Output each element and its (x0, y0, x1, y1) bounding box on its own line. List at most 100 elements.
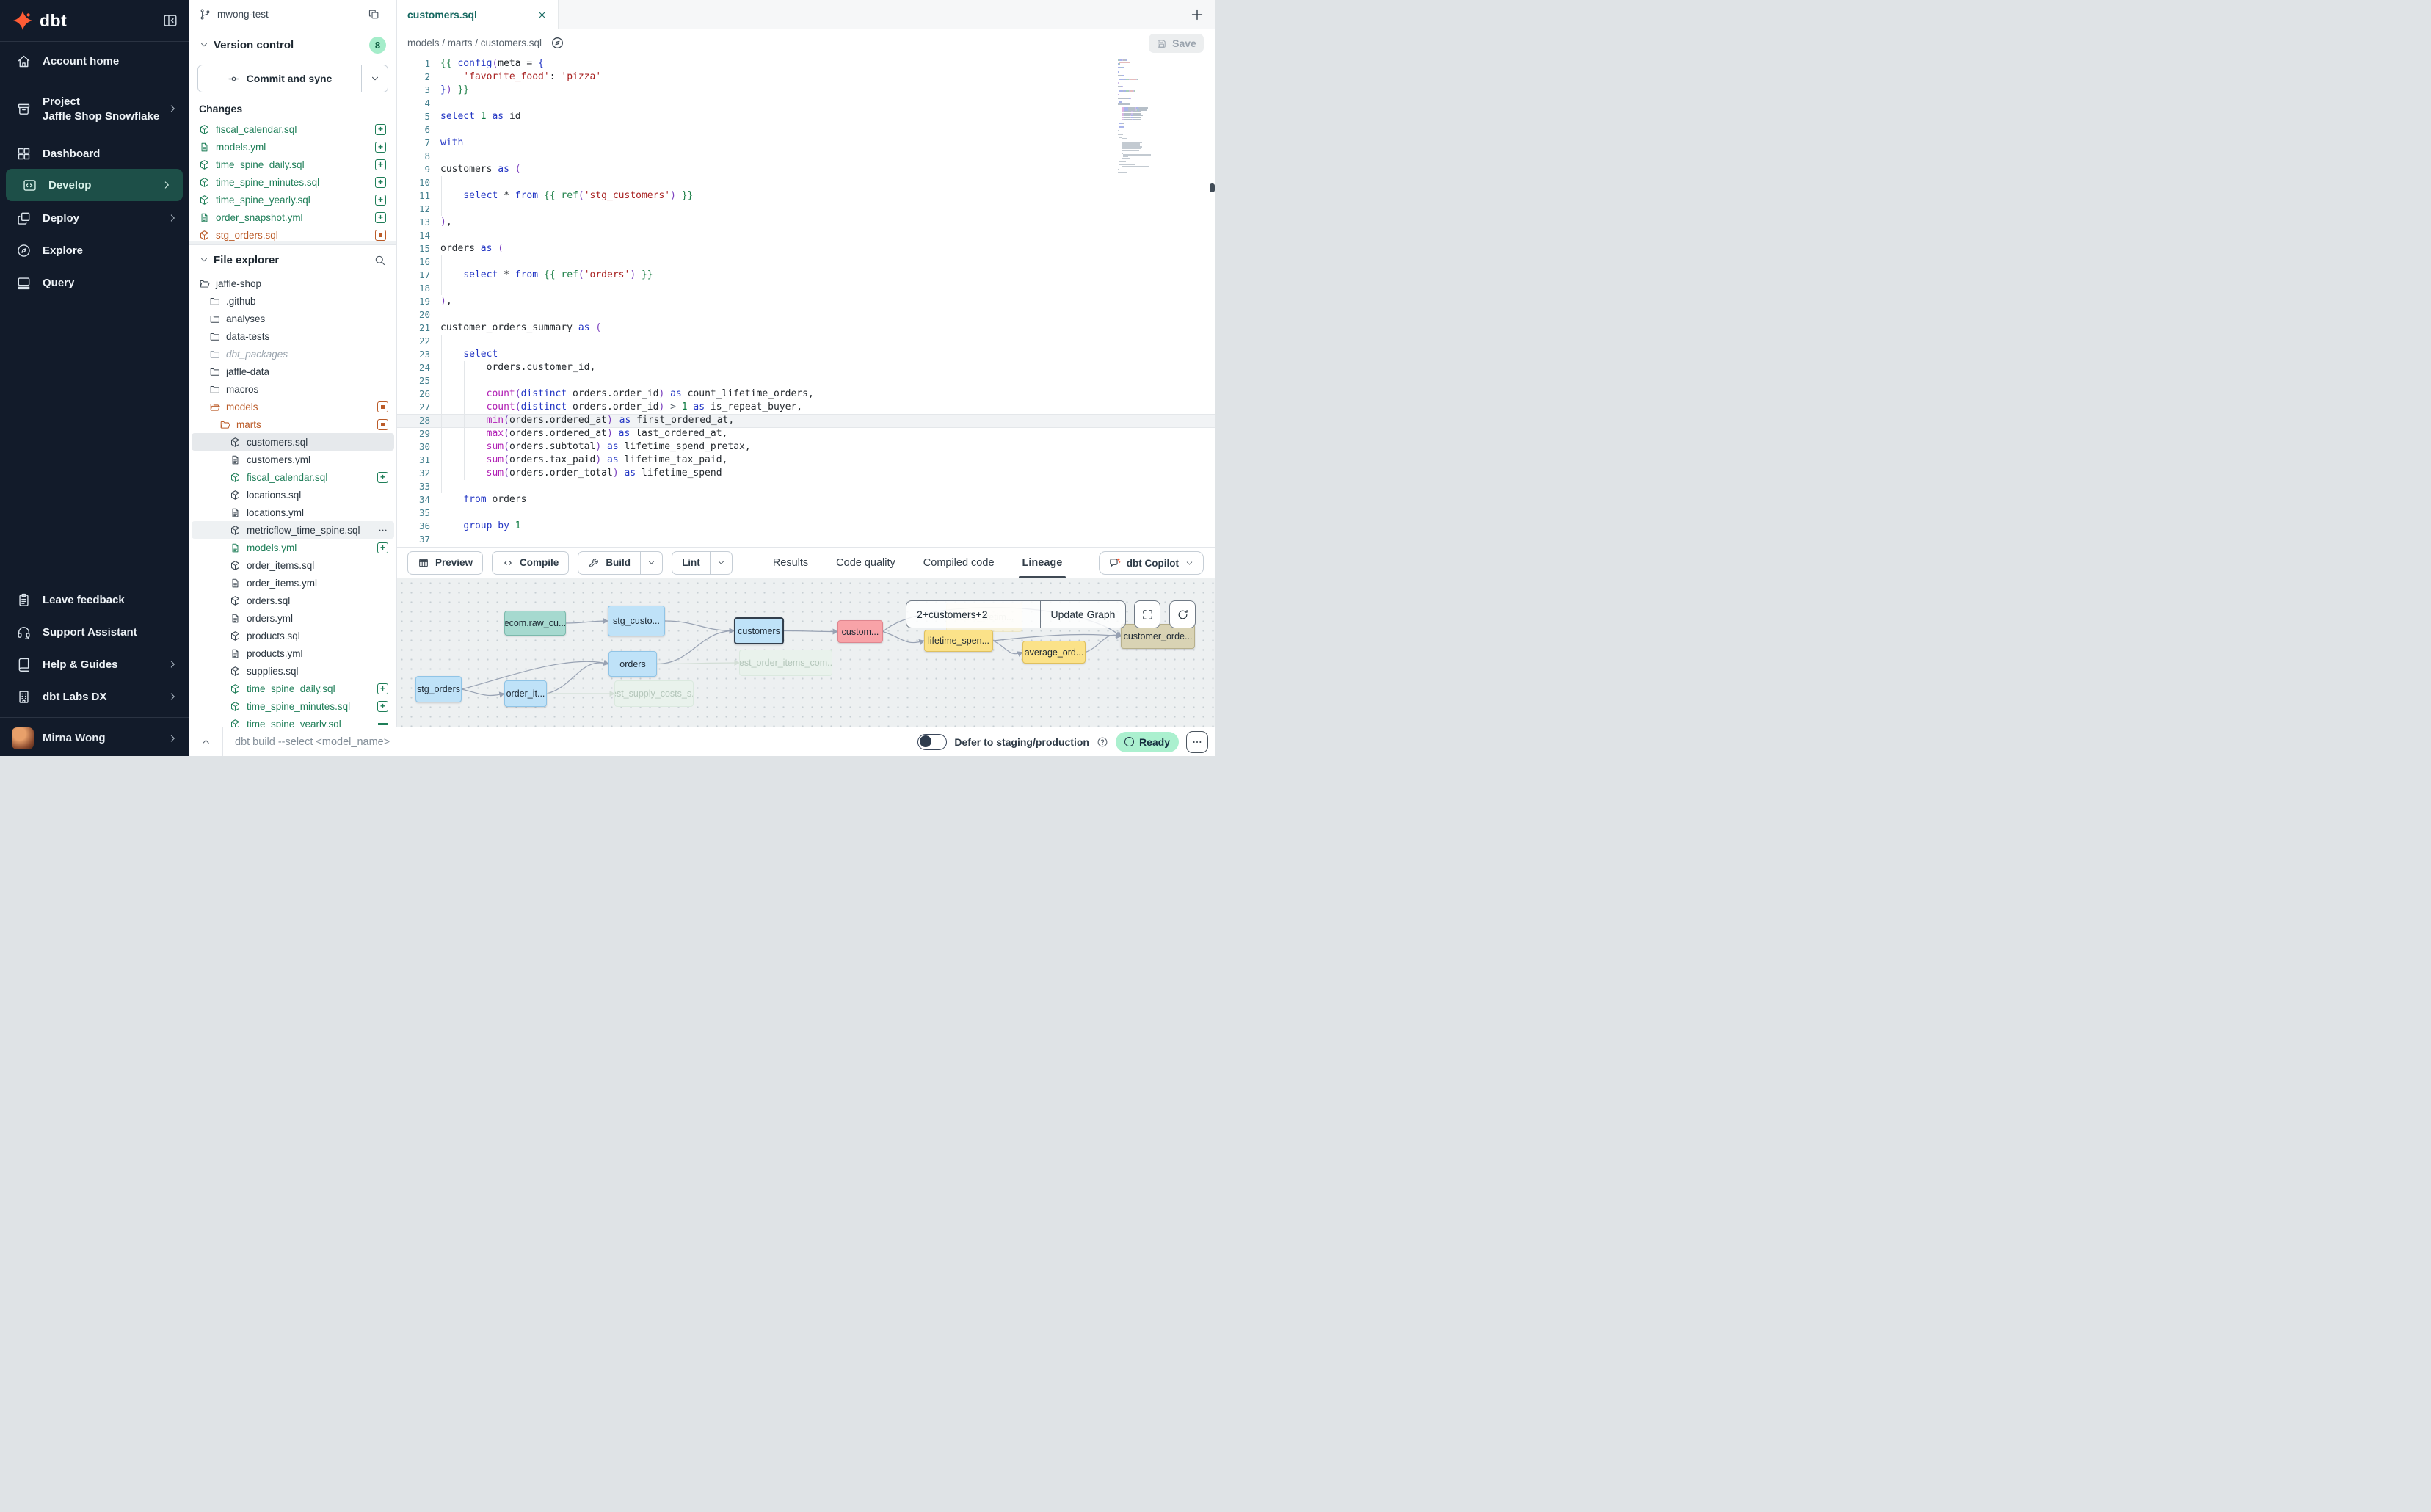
lint-dropdown[interactable] (710, 552, 732, 574)
fullscreen-button[interactable] (1134, 600, 1160, 628)
sidebar-item-leave-feedback[interactable]: Leave feedback (0, 584, 189, 616)
tree-item-models[interactable]: models (192, 398, 394, 415)
panel-tab-compiled-code[interactable]: Compiled code (909, 548, 1009, 578)
panel-tab-lineage[interactable]: Lineage (1009, 548, 1077, 578)
preview-button[interactable]: Preview (407, 551, 483, 575)
sidebar-collapse-icon[interactable] (162, 12, 178, 29)
changes-label: Changes (199, 103, 242, 115)
dbt-logo-icon (12, 10, 34, 32)
tree-item-customers.yml[interactable]: customers.yml (192, 451, 394, 468)
lineage-node-ecom[interactable]: ecom.raw_cu... (504, 611, 566, 636)
tree-item-locations.sql[interactable]: locations.sql (192, 486, 394, 504)
tree-item-fiscal_calendar.sql[interactable]: fiscal_calendar.sql+ (192, 468, 394, 486)
lineage-node-lifetime[interactable]: lifetime_spen... (924, 630, 993, 652)
tree-item-time_spine_daily.sql[interactable]: time_spine_daily.sql+ (192, 680, 394, 697)
tree-item-supplies.sql[interactable]: supplies.sql (192, 662, 394, 680)
breadcrumb-row: models / marts / customers.sql Save (397, 29, 1216, 57)
tree-item-customers.sql[interactable]: customers.sql (192, 433, 394, 451)
tree-item-locations.yml[interactable]: locations.yml (192, 504, 394, 521)
tree-item-jaffle-data[interactable]: jaffle-data (192, 363, 394, 380)
chevron-right-icon (167, 691, 178, 702)
new-tab-icon[interactable] (1189, 7, 1205, 23)
code-line-13: 13), (397, 216, 1216, 229)
panel-tab-results[interactable]: Results (759, 548, 822, 578)
lineage-graph[interactable]: ecom.raw_cu... stg_custo... customers custo… (397, 578, 1216, 727)
change-item-time_spine_daily.sql[interactable]: time_spine_daily.sql+ (189, 156, 396, 173)
sidebar-item-account-home[interactable]: Account home (0, 43, 189, 79)
tree-item-time_spine_yearly.sql[interactable]: time_spine_yearly.sql (192, 715, 394, 727)
lineage-node-average[interactable]: average_ord... (1022, 641, 1086, 664)
explore-icon[interactable] (550, 36, 564, 50)
copy-branch-icon[interactable] (368, 8, 380, 21)
sidebar-item-project[interactable]: ProjectJaffle Shop Snowflake (0, 82, 189, 135)
tree-item-products.sql[interactable]: products.sql (192, 627, 394, 644)
compile-button[interactable]: Compile (492, 551, 569, 575)
tree-item-metricflow_time_spine.sql[interactable]: metricflow_time_spine.sql (192, 521, 394, 539)
help-icon[interactable] (1097, 736, 1108, 748)
code-editor[interactable]: 1{{ config(meta = {2 'favorite_food': 'p… (397, 57, 1216, 547)
tree-item-products.yml[interactable]: products.yml (192, 644, 394, 662)
build-dropdown[interactable] (640, 552, 662, 574)
tree-item-macros[interactable]: macros (192, 380, 394, 398)
sidebar-item-deploy[interactable]: Deploy (0, 202, 189, 234)
tree-item-dbt_packages[interactable]: dbt_packages (192, 345, 394, 363)
change-item-models.yml[interactable]: models.yml+ (189, 138, 396, 156)
collapse-command-bar-button[interactable] (189, 736, 222, 747)
change-item-fiscal_calendar.sql[interactable]: fiscal_calendar.sql+ (189, 120, 396, 138)
panel-tab-code-quality[interactable]: Code quality (822, 548, 909, 578)
lineage-node-order_it[interactable]: order_it... (504, 680, 547, 707)
lineage-node-stg_orders[interactable]: stg_orders (415, 676, 462, 702)
close-icon[interactable] (537, 10, 548, 21)
save-button[interactable]: Save (1149, 34, 1204, 53)
leave-feedback-icon (16, 592, 32, 608)
user-menu[interactable]: Mirna Wong (0, 720, 189, 756)
tree-item-data-tests[interactable]: data-tests (192, 327, 394, 345)
lint-button[interactable]: Lint (672, 551, 733, 575)
change-item-order_snapshot.yml[interactable]: order_snapshot.yml+ (189, 208, 396, 226)
sidebar-item-query[interactable]: Query (0, 266, 189, 299)
change-item-stg_orders.sql[interactable]: stg_orders.sql (189, 226, 396, 241)
lineage-selector-input[interactable]: 2+customers+2 (906, 608, 1040, 620)
commit-dropdown-button[interactable] (361, 65, 388, 92)
update-graph-button[interactable]: Update Graph (1040, 601, 1125, 628)
tree-item-marts[interactable]: marts (192, 415, 394, 433)
changes-count-badge: 8 (369, 37, 386, 54)
lineage-node-orders[interactable]: orders (608, 651, 657, 677)
tree-item-analyses[interactable]: analyses (192, 310, 394, 327)
build-button[interactable]: Build (578, 551, 663, 575)
defer-toggle[interactable] (917, 734, 947, 750)
lineage-node-stg_custo[interactable]: stg_custo... (608, 606, 665, 636)
change-item-time_spine_minutes.sql[interactable]: time_spine_minutes.sql+ (189, 173, 396, 191)
sidebar-item-help-guides[interactable]: Help & Guides (0, 648, 189, 680)
tree-item-time_spine_minutes.sql[interactable]: time_spine_minutes.sql+ (192, 697, 394, 715)
tree-item-models.yml[interactable]: models.yml+ (192, 539, 394, 556)
commit-and-sync-button[interactable]: Commit and sync (197, 65, 388, 92)
sidebar-item-dashboard[interactable]: Dashboard (0, 137, 189, 170)
file-explorer-header[interactable]: File explorer (189, 251, 396, 269)
tree-item-jaffle-shop[interactable]: jaffle-shop (192, 275, 394, 292)
more-options-button[interactable] (1186, 731, 1208, 753)
tree-item-order_items.yml[interactable]: order_items.yml (192, 574, 394, 592)
change-item-time_spine_yearly.sql[interactable]: time_spine_yearly.sql+ (189, 191, 396, 208)
tab-customers-sql[interactable]: customers.sql (397, 0, 559, 29)
copilot-label: dbt Copilot (1127, 558, 1179, 569)
search-icon[interactable] (374, 254, 386, 266)
removed-badge (377, 719, 388, 727)
sidebar-item-develop[interactable]: Develop (6, 169, 183, 201)
tree-item-orders.yml[interactable]: orders.yml (192, 609, 394, 627)
tree-item-.github[interactable]: .github (192, 292, 394, 310)
lineage-node-custom[interactable]: custom... (837, 620, 883, 643)
command-input[interactable]: dbt build --select <model_name> (223, 736, 917, 748)
refresh-graph-button[interactable] (1169, 600, 1196, 628)
sidebar-item-support-assistant[interactable]: Support Assistant (0, 616, 189, 648)
sidebar-item-dbt-labs-dx[interactable]: dbt Labs DX (0, 680, 189, 713)
tree-item-orders.sql[interactable]: orders.sql (192, 592, 394, 609)
lineage-node-customers[interactable]: customers (734, 617, 784, 644)
row-menu-icon[interactable] (377, 525, 388, 536)
version-control-title: Version control (214, 39, 294, 51)
dbt-copilot-button[interactable]: dbt Copilot (1099, 551, 1204, 575)
editor-scrollbar[interactable] (1210, 183, 1215, 192)
version-control-header[interactable]: Version control 8 (189, 36, 396, 54)
tree-item-order_items.sql[interactable]: order_items.sql (192, 556, 394, 574)
sidebar-item-explore[interactable]: Explore (0, 234, 189, 266)
